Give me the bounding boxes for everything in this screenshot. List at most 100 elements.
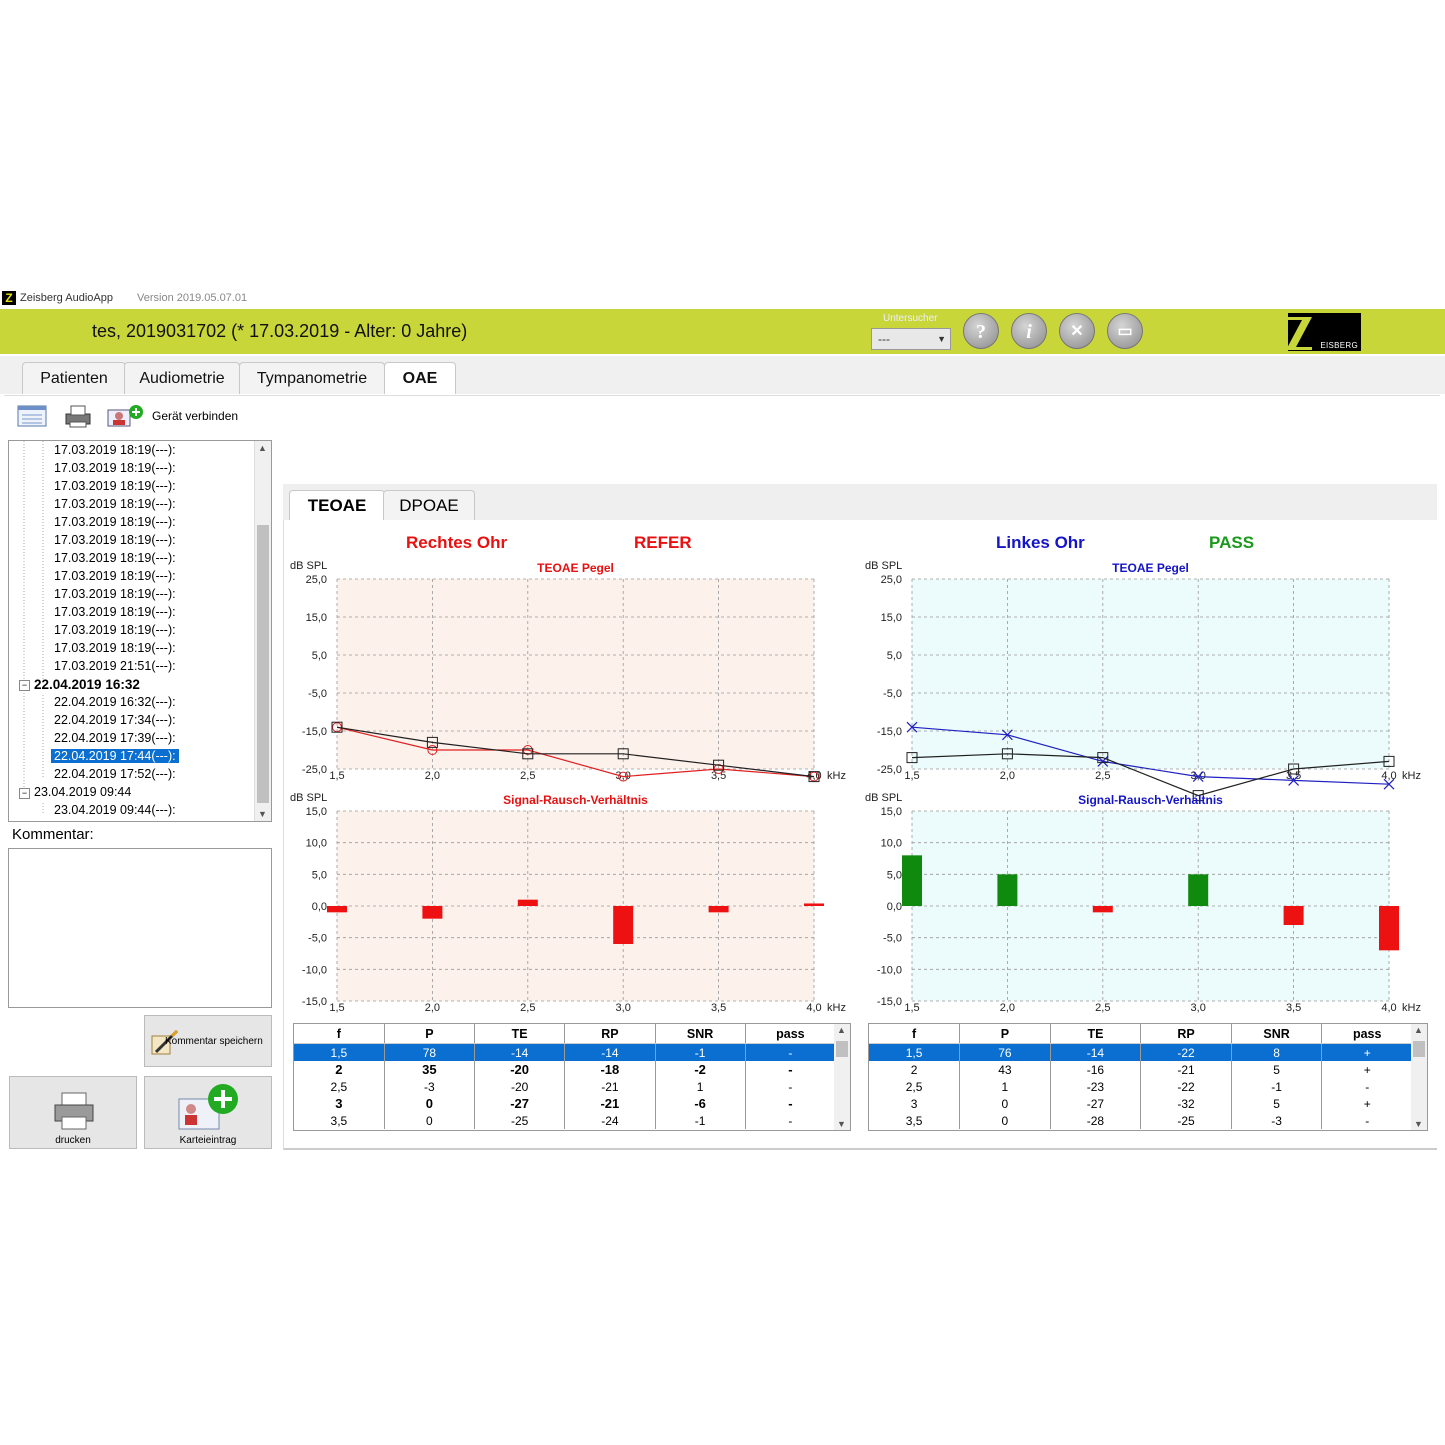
right-snr-plot-area	[337, 811, 814, 1001]
tree-item[interactable]: 17.03.2019 18:19(---):	[54, 461, 176, 475]
tree-group[interactable]: 22.04.2019 16:32	[34, 677, 140, 692]
print-label: drucken	[55, 1135, 91, 1146]
column-header[interactable]: RP	[1140, 1024, 1232, 1044]
tab-patienten[interactable]: Patienten	[22, 362, 126, 394]
tree-scroll-thumb[interactable]	[257, 525, 269, 803]
right-snr-bar	[613, 906, 634, 944]
tree-item[interactable]: 22.04.2019 17:39(---):	[54, 731, 176, 745]
table-cell: 1,5	[869, 1043, 961, 1061]
table-row[interactable]: 3 0 -27 -21 -6-	[294, 1095, 837, 1112]
right-teoae-xaxis-label: kHz	[827, 770, 846, 782]
left-snr-xaxis-label: kHz	[1402, 1002, 1421, 1014]
left-table-scrollbar[interactable]: ▲ ▼	[1411, 1024, 1427, 1130]
column-header[interactable]: RP	[564, 1024, 656, 1044]
column-header[interactable]: pass	[745, 1024, 837, 1044]
column-header[interactable]: f	[869, 1024, 961, 1044]
right-snr-bar	[422, 906, 443, 919]
right-table-scroll-thumb[interactable]	[836, 1041, 848, 1057]
right-table-scrollbar[interactable]: ▲ ▼	[834, 1024, 850, 1130]
tree-item[interactable]: 17.03.2019 18:19(---):	[54, 497, 176, 511]
tree-item[interactable]: 17.03.2019 18:19(---):	[54, 443, 176, 457]
scroll-up-icon[interactable]: ▲	[1414, 1025, 1423, 1035]
connect-device-icon[interactable]	[106, 404, 150, 428]
tree-group[interactable]: 23.04.2019 09:44	[34, 785, 131, 799]
right-snr-bar	[708, 906, 729, 913]
tree-item[interactable]: 17.03.2019 21:51(---):	[54, 659, 176, 673]
printer-icon[interactable]	[62, 404, 94, 428]
scroll-up-icon[interactable]: ▲	[837, 1025, 846, 1035]
column-header[interactable]: pass	[1321, 1024, 1413, 1044]
scroll-down-icon[interactable]: ▼	[258, 809, 267, 819]
toolbar: Gerät verbinden	[4, 395, 1440, 436]
right-teoae-xtick-label: 1,5	[329, 770, 344, 782]
table-row[interactable]: 2,5 1 -23 -22 -1-	[869, 1078, 1413, 1095]
tree-item[interactable]: 17.03.2019 18:19(---):	[54, 515, 176, 529]
left-snr-bar	[1283, 906, 1304, 925]
table-cell: 0	[384, 1112, 476, 1129]
open-folder-button[interactable]: ▭	[1107, 313, 1143, 349]
column-header[interactable]: P	[959, 1024, 1051, 1044]
tree-item[interactable]: 17.03.2019 18:19(---):	[54, 533, 176, 547]
save-comment-button[interactable]: Kommentar speichern	[144, 1015, 272, 1067]
tree-item[interactable]: 22.04.2019 17:52(---):	[54, 767, 176, 781]
table-row[interactable]: 1,5 78 -14 -14 -1-	[294, 1043, 837, 1061]
tree-item[interactable]: 17.03.2019 18:19(---):	[54, 551, 176, 565]
table-row[interactable]: 3 0 -27 -32 5 +	[869, 1095, 1413, 1112]
left-snr-plot-area	[912, 811, 1389, 1001]
right-snr-title: Signal-Rausch-Verhältnis	[503, 793, 648, 807]
tree-item[interactable]: 17.03.2019 18:19(---):	[54, 641, 176, 655]
left-snr-xtick-label: 1,5	[904, 1002, 919, 1014]
table-cell: 78	[384, 1043, 476, 1061]
tab-oae[interactable]: OAE	[384, 362, 456, 394]
tree-item[interactable]: 22.04.2019 17:34(---):	[54, 713, 176, 727]
oae-charts: 25,015,05,0-5,0-15,0-25,0 1,5 2,0 2,5 3,0 3,5…	[290, 560, 1421, 1014]
connect-device-button[interactable]: Gerät verbinden	[152, 409, 238, 423]
examiner-select[interactable]: --- ▼	[871, 328, 951, 350]
tree-item[interactable]: 17.03.2019 18:19(---):	[54, 569, 176, 583]
table-cell: -32	[1140, 1095, 1232, 1112]
table-cell: -6	[655, 1095, 746, 1112]
info-button[interactable]: i	[1011, 313, 1047, 349]
column-header[interactable]: TE	[1050, 1024, 1142, 1044]
help-button[interactable]: ?	[963, 313, 999, 349]
column-header[interactable]: TE	[474, 1024, 566, 1044]
scroll-down-icon[interactable]: ▼	[837, 1119, 846, 1129]
table-row[interactable]: 2 43 -16 -21 5 +	[869, 1061, 1413, 1078]
right-snr-ytick-label: 0,0	[312, 901, 327, 913]
table-row[interactable]: 2 35 -20 -18 -2-	[294, 1061, 837, 1078]
table-row[interactable]: 2,5 -3 -20 -21 1-	[294, 1078, 837, 1095]
table-row[interactable]: 1,5 76 -14 -22 8 +	[869, 1043, 1413, 1061]
tree-item[interactable]: 17.03.2019 18:19(---):	[54, 623, 176, 637]
tree-item[interactable]: 23.04.2019 09:44(---):	[54, 803, 176, 817]
left-table-scroll-thumb[interactable]	[1413, 1041, 1425, 1057]
table-cell: -28	[1050, 1112, 1142, 1129]
tab-tympanometrie[interactable]: Tympanometrie	[239, 362, 385, 394]
tree-expander-icon[interactable]: −	[19, 680, 30, 691]
column-header[interactable]: SNR	[1231, 1024, 1323, 1044]
table-row[interactable]: 3,5 0 -25 -24 -1-	[294, 1112, 837, 1129]
tree-expander-icon[interactable]: −	[19, 788, 30, 799]
tree-item[interactable]: 17.03.2019 18:19(---):	[54, 587, 176, 601]
column-header[interactable]: SNR	[655, 1024, 746, 1044]
comment-textarea[interactable]	[8, 848, 272, 1008]
column-header[interactable]: P	[384, 1024, 476, 1044]
tree-item[interactable]: 17.03.2019 18:19(---):	[54, 479, 176, 493]
tab-dpoae[interactable]: DPOAE	[383, 490, 475, 520]
add-record-button[interactable]: Karteieintrag	[144, 1076, 272, 1149]
list-view-icon[interactable]	[16, 404, 48, 428]
print-button[interactable]: drucken	[9, 1076, 137, 1149]
column-header[interactable]: f	[294, 1024, 385, 1044]
tab-teoae[interactable]: TEOAE	[289, 490, 385, 520]
right-teoae-yaxis-label: dB SPL	[290, 560, 327, 572]
tab-audiometrie[interactable]: Audiometrie	[124, 362, 240, 394]
table-cell: 76	[959, 1043, 1051, 1061]
tree-item[interactable]: 22.04.2019 16:32(---):	[54, 695, 176, 709]
table-cell: -20	[474, 1061, 566, 1078]
table-row[interactable]: 3,5 0 -28 -25 -3-	[869, 1112, 1413, 1129]
tree-scrollbar[interactable]: ▲ ▼	[254, 441, 271, 821]
tree-item[interactable]: 22.04.2019 17:44(---):	[51, 749, 179, 763]
settings-button[interactable]: ✕	[1059, 313, 1095, 349]
tree-item[interactable]: 17.03.2019 18:19(---):	[54, 605, 176, 619]
scroll-up-icon[interactable]: ▲	[258, 443, 267, 453]
scroll-down-icon[interactable]: ▼	[1414, 1119, 1423, 1129]
